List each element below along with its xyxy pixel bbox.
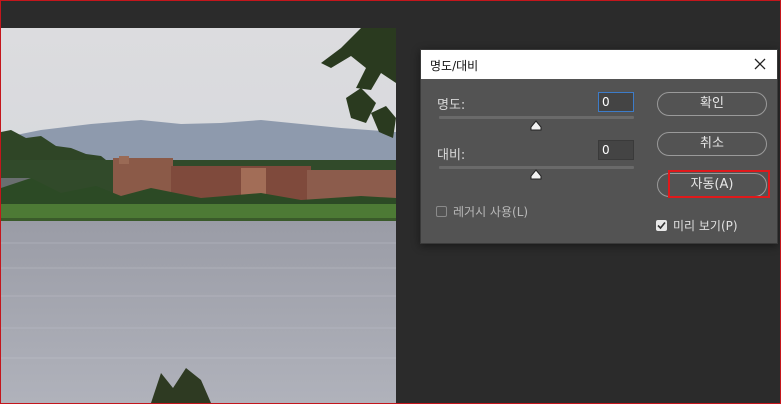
contrast-input[interactable] [598, 140, 634, 160]
landscape-photo [1, 28, 396, 403]
contrast-label: 대비: [437, 148, 466, 163]
close-icon [754, 58, 766, 70]
legacy-checkbox-label: 레거시 사용(L) [453, 205, 529, 219]
brightness-contrast-dialog: 명도/대비 명도: 대비: 레거시 사용(L) 확인 취소 자동(A) [420, 49, 778, 244]
slider-thumb-icon [530, 169, 542, 180]
preview-checkbox-label: 미리 보기(P) [673, 219, 738, 233]
brightness-label: 명도: [437, 98, 466, 113]
preview-checkbox-row[interactable]: 미리 보기(P) [656, 217, 738, 234]
brightness-input[interactable] [598, 92, 634, 112]
checkmark-icon [657, 221, 666, 230]
legacy-checkbox[interactable] [436, 206, 447, 217]
legacy-checkbox-row[interactable]: 레거시 사용(L) [436, 203, 528, 220]
close-button[interactable] [749, 53, 771, 75]
preview-checkbox[interactable] [656, 220, 667, 231]
ok-button[interactable]: 확인 [657, 92, 767, 116]
dialog-title: 명도/대비 [430, 59, 479, 73]
cancel-button[interactable]: 취소 [657, 132, 767, 156]
image-canvas[interactable] [1, 28, 396, 403]
auto-button[interactable]: 자동(A) [657, 173, 767, 197]
dialog-titlebar[interactable]: 명도/대비 [421, 50, 777, 79]
brightness-slider-track[interactable] [439, 116, 634, 119]
slider-thumb-icon [530, 120, 542, 131]
